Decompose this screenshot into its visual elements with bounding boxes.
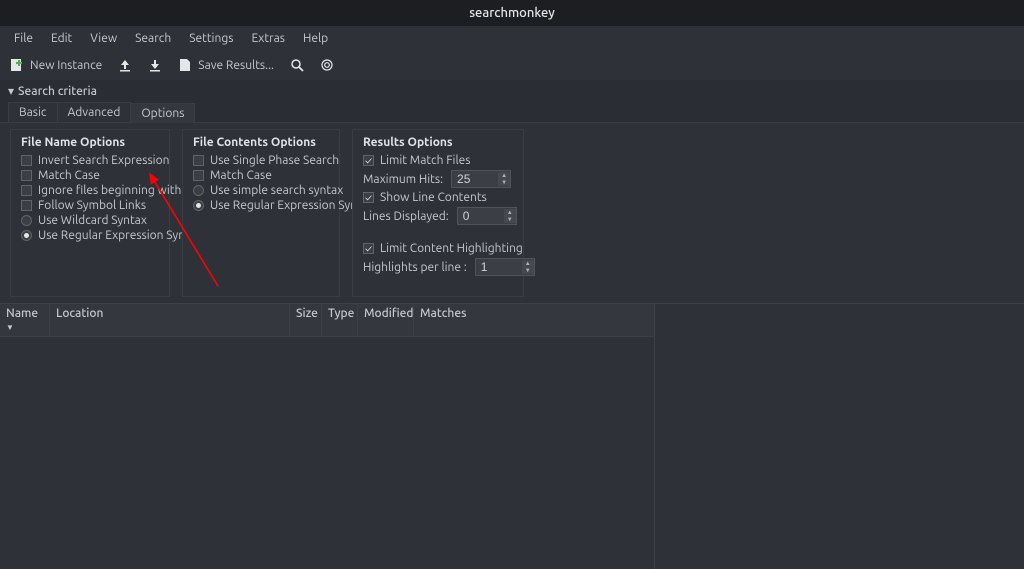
follow-symlinks-checkbox[interactable]: Follow Symbol Links: [21, 198, 159, 213]
lines-displayed-label: Lines Displayed:: [363, 210, 449, 223]
fn-match-case-checkbox[interactable]: Match Case: [21, 168, 159, 183]
highlights-per-line-input[interactable]: [476, 259, 522, 275]
results-options-title: Results Options: [363, 136, 513, 149]
search-icon: [290, 58, 304, 72]
fn-wildcard-radio[interactable]: Use Wildcard Syntax: [21, 213, 159, 228]
window-titlebar: searchmonkey: [0, 0, 1024, 26]
file-contents-options-title: File Contents Options: [193, 136, 329, 149]
highlights-up[interactable]: ▲: [522, 260, 534, 267]
options-panel: File Name Options Invert Search Expressi…: [0, 123, 1024, 303]
download-icon: [148, 58, 162, 72]
menu-edit[interactable]: Edit: [43, 30, 80, 47]
target-icon: [320, 58, 334, 72]
file-name-options-group: File Name Options Invert Search Expressi…: [10, 129, 170, 297]
collapse-icon: ▾: [8, 84, 14, 98]
menu-extras[interactable]: Extras: [243, 30, 293, 47]
fc-simple-radio[interactable]: Use simple search syntax: [193, 183, 329, 198]
lines-displayed-down[interactable]: ▼: [504, 216, 516, 223]
tab-basic[interactable]: Basic: [8, 102, 58, 122]
lines-displayed-spinner[interactable]: ▲▼: [457, 207, 517, 225]
lines-displayed-up[interactable]: ▲: [504, 209, 516, 216]
single-phase-checkbox[interactable]: Use Single Phase Search: [193, 153, 329, 168]
fc-regex-radio[interactable]: Use Regular Expression Syntax: [193, 198, 329, 213]
file-icon: [178, 58, 192, 72]
col-size[interactable]: Size: [290, 304, 322, 336]
lines-displayed-input[interactable]: [458, 208, 504, 224]
col-modified[interactable]: Modified: [358, 304, 414, 336]
limit-highlighting-checkbox[interactable]: Limit Content Highlighting: [363, 241, 513, 256]
invert-search-checkbox[interactable]: Invert Search Expression: [21, 153, 159, 168]
file-name-options-title: File Name Options: [21, 136, 159, 149]
highlights-per-line-row: Highlights per line : ▲▼: [363, 256, 513, 278]
fn-regex-radio[interactable]: Use Regular Expression Syntax: [21, 228, 159, 243]
download-button[interactable]: [148, 58, 162, 72]
save-results-button[interactable]: Save Results...: [178, 58, 274, 72]
col-name[interactable]: Name ▼: [0, 304, 50, 336]
target-button[interactable]: [320, 58, 334, 72]
results-table: Name ▼ Location Size Type Modified Match…: [0, 304, 655, 569]
toolbar: New Instance Save Results...: [0, 50, 1024, 80]
save-results-label: Save Results...: [198, 59, 274, 72]
file-contents-options-group: File Contents Options Use Single Phase S…: [182, 129, 340, 297]
show-line-contents-checkbox[interactable]: Show Line Contents: [363, 190, 513, 205]
menu-help[interactable]: Help: [295, 30, 336, 47]
new-instance-icon: [10, 58, 24, 72]
max-hits-label: Maximum Hits:: [363, 173, 443, 186]
search-toolbar-button[interactable]: [290, 58, 304, 72]
tab-options[interactable]: Options: [130, 103, 195, 123]
max-hits-spinner[interactable]: ▲▼: [451, 170, 511, 188]
upload-button[interactable]: [118, 58, 132, 72]
criteria-tabs: Basic Advanced Options: [0, 102, 1024, 123]
sort-desc-icon: ▼: [6, 323, 14, 332]
search-criteria-label: Search criteria: [18, 85, 97, 98]
fc-match-case-checkbox[interactable]: Match Case: [193, 168, 329, 183]
menu-file[interactable]: File: [6, 30, 41, 47]
tab-advanced[interactable]: Advanced: [57, 102, 132, 122]
menu-settings[interactable]: Settings: [181, 30, 241, 47]
new-instance-button[interactable]: New Instance: [10, 58, 102, 72]
preview-panel: [655, 304, 1024, 569]
menubar: File Edit View Search Settings Extras He…: [0, 26, 1024, 50]
ignore-dotfiles-checkbox[interactable]: Ignore files beginning with '.': [21, 183, 159, 198]
highlights-down[interactable]: ▼: [522, 267, 534, 274]
col-location[interactable]: Location: [50, 304, 290, 336]
max-hits-up[interactable]: ▲: [498, 172, 510, 179]
limit-match-files-checkbox[interactable]: Limit Match Files: [363, 153, 513, 168]
window-title: searchmonkey: [469, 6, 555, 20]
search-criteria-header[interactable]: ▾ Search criteria: [0, 80, 1024, 102]
menu-search[interactable]: Search: [127, 30, 179, 47]
lines-displayed-row: Lines Displayed: ▲▼: [363, 205, 513, 227]
highlights-per-line-spinner[interactable]: ▲▼: [475, 258, 535, 276]
menu-view[interactable]: View: [82, 30, 125, 47]
col-matches[interactable]: Matches: [414, 304, 654, 336]
col-type[interactable]: Type: [322, 304, 358, 336]
results-options-group: Results Options Limit Match Files Maximu…: [352, 129, 524, 297]
max-hits-input[interactable]: [452, 171, 498, 187]
upload-icon: [118, 58, 132, 72]
results-table-header: Name ▼ Location Size Type Modified Match…: [0, 304, 654, 337]
new-instance-label: New Instance: [30, 59, 102, 72]
max-hits-down[interactable]: ▼: [498, 179, 510, 186]
results-area: Name ▼ Location Size Type Modified Match…: [0, 303, 1024, 569]
highlights-per-line-label: Highlights per line :: [363, 261, 467, 274]
max-hits-row: Maximum Hits: ▲▼: [363, 168, 513, 190]
